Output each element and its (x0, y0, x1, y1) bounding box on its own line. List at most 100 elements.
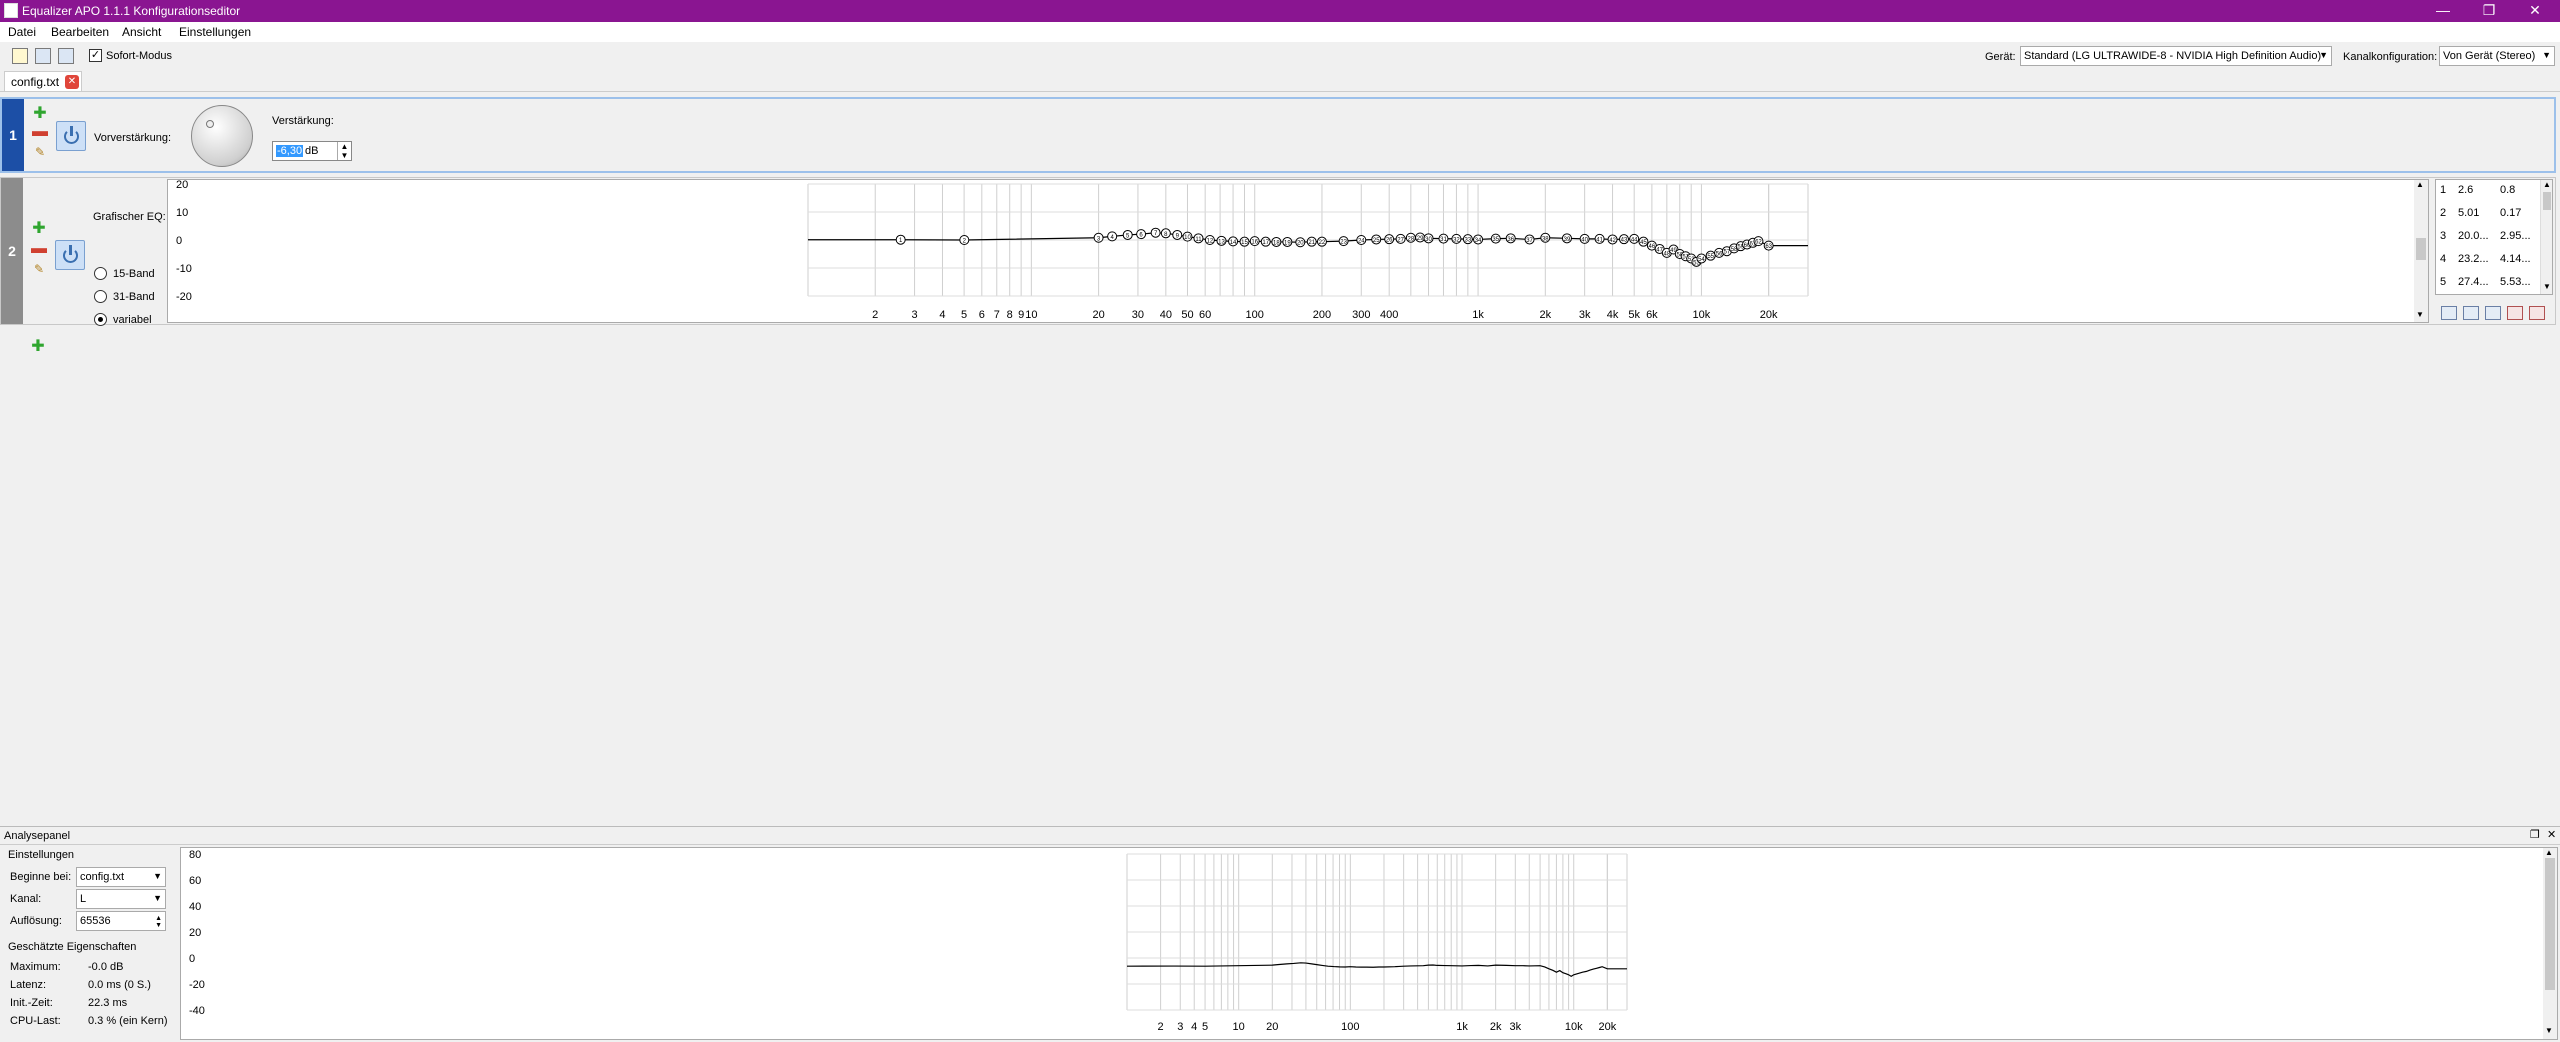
spinner-icon[interactable]: ▲ ▼ (155, 915, 162, 929)
scroll-up-icon[interactable]: ▲ (2416, 180, 2424, 189)
y-tick-label: 20 (176, 180, 188, 191)
minimize-button[interactable]: — (2420, 0, 2466, 22)
analysis-curve-canvas[interactable]: 80 60 40 20 0 -20 -40 2 3 4 5 10 20 100 1k 2k 3k 10k 20k (181, 848, 2557, 1039)
table-cell[interactable]: 0.17 (2500, 207, 2521, 219)
gain-spinner[interactable]: ▲ ▼ (337, 142, 351, 160)
eq-graph-scrollbar[interactable]: ▲ ▼ (2414, 180, 2428, 322)
power-toggle-icon[interactable] (55, 240, 85, 270)
table-cell[interactable]: 5 (2440, 276, 2446, 288)
x-tick-label: 20 (1266, 1021, 1278, 1033)
app-icon (4, 3, 18, 18)
edit-filter-icon[interactable]: ✎ (32, 144, 48, 160)
invert-response-icon[interactable] (2507, 306, 2523, 320)
scroll-down-icon[interactable]: ▼ (2416, 310, 2424, 319)
table-scrollbar[interactable]: ▲ ▼ (2540, 180, 2552, 294)
table-cell[interactable]: 5.01 (2458, 207, 2479, 219)
x-tick-label: 200 (1313, 309, 1331, 321)
gain-input[interactable]: -6,30 dB ▲ ▼ (272, 141, 352, 161)
table-cell[interactable]: 20.0... (2458, 230, 2489, 242)
new-file-icon[interactable] (12, 48, 28, 64)
resolution-input[interactable]: 65536 ▲ ▼ (76, 911, 166, 931)
channel-config-select[interactable]: Von Gerät (Stereo) ▼ (2439, 46, 2555, 66)
table-cell[interactable]: 0.8 (2500, 184, 2515, 196)
eq-band-number: 28 (1407, 236, 1414, 242)
scroll-down-icon[interactable]: ▼ (2543, 282, 2551, 291)
export-icon[interactable] (2463, 306, 2479, 320)
gain-knob[interactable] (191, 105, 253, 167)
tab-config[interactable]: config.txt ✕ (4, 71, 82, 91)
x-tick-label: 2 (872, 309, 878, 321)
eq-band-number: 19 (1284, 240, 1291, 246)
close-button[interactable]: ✕ (2512, 0, 2558, 22)
open-file-icon[interactable] (35, 48, 51, 64)
add-filter-icon[interactable]: ✚ (31, 221, 47, 237)
filter-number: 2 (8, 243, 16, 259)
table-cell[interactable]: 2 (2440, 207, 2446, 219)
table-cell[interactable]: 5.53... (2500, 276, 2531, 288)
table-cell[interactable]: 2.6 (2458, 184, 2473, 196)
radio-variable[interactable] (94, 313, 107, 326)
x-tick-label: 4k (1607, 309, 1619, 321)
import-icon[interactable] (2441, 306, 2457, 320)
eq-graph[interactable]: 20 10 0 -10 -20 2 3 4 5 6 7 8 9 10 20 30 40 50 60 100 200 300… (167, 179, 2429, 323)
eq-band-number: 40 (1581, 237, 1588, 243)
eq-band-number: 31 (1440, 237, 1447, 243)
menu-edit[interactable]: Bearbeiten (51, 25, 109, 39)
analysis-scrollbar[interactable]: ▲ ▼ (2543, 848, 2557, 1039)
device-select[interactable]: Standard (LG ULTRAWIDE-8 - NVIDIA High D… (2020, 46, 2332, 66)
eq-band-table[interactable]: 1 2.6 0.8 2 5.01 0.17 3 20.0... 2.95... 4 23.2... 4… (2435, 179, 2553, 295)
graph-settings-icon[interactable] (2485, 306, 2501, 320)
maximize-button[interactable]: ❐ (2466, 0, 2512, 22)
menu-settings[interactable]: Einstellungen (179, 25, 251, 39)
filter-area: 1 ✚ ▬ ✎ Vorverstärkung: Verstärkung: -6,… (0, 91, 2560, 821)
eq-band-number: 45 (1640, 240, 1647, 246)
close-tab-icon[interactable]: ✕ (65, 75, 79, 89)
table-cell[interactable]: 2.95... (2500, 230, 2531, 242)
table-cell[interactable]: 1 (2440, 184, 2446, 196)
table-cell[interactable]: 4.14... (2500, 253, 2531, 265)
x-tick-label: 8 (1007, 309, 1013, 321)
remove-filter-icon[interactable]: ▬ (32, 124, 48, 140)
y-tick-label: 60 (189, 875, 201, 887)
menu-view[interactable]: Ansicht (122, 25, 161, 39)
table-cell[interactable]: 27.4... (2458, 276, 2489, 288)
toolbar: ✓ Sofort-Modus Gerät: Standard (LG ULTRA… (0, 44, 2560, 68)
analysis-scroll-thumb[interactable] (2545, 858, 2555, 990)
close-panel-icon[interactable]: ✕ (2547, 828, 2556, 841)
channel-value: L (80, 893, 87, 905)
table-cell[interactable]: 23.2... (2458, 253, 2489, 265)
instant-mode-checkbox[interactable]: ✓ (89, 49, 102, 62)
eq-band-number: 41 (1596, 237, 1603, 243)
normalize-icon[interactable] (2529, 306, 2545, 320)
eq-band-number: 15 (1241, 240, 1248, 246)
power-toggle-icon[interactable] (56, 121, 86, 151)
latency-value: 0.0 ms (0 S.) (88, 979, 151, 991)
x-tick-label: 9 (1018, 309, 1024, 321)
add-filter-icon[interactable]: ✚ (30, 339, 46, 355)
radio-31-band[interactable] (94, 290, 107, 303)
remove-filter-icon[interactable]: ▬ (31, 241, 47, 257)
y-tick-label: 0 (189, 953, 195, 965)
gain-label: Verstärkung: (272, 115, 334, 127)
scroll-up-icon[interactable]: ▲ (2545, 848, 2553, 857)
edit-filter-icon[interactable]: ✎ (31, 261, 47, 277)
eq-scroll-thumb[interactable] (2416, 238, 2426, 260)
radio-15-band[interactable] (94, 267, 107, 280)
eq-band-number: 12 (1207, 239, 1214, 245)
scroll-down-icon[interactable]: ▼ (2545, 1026, 2553, 1035)
menu-file[interactable]: Datei (8, 25, 36, 39)
add-filter-icon[interactable]: ✚ (32, 106, 48, 122)
x-tick-label: 10 (1233, 1021, 1245, 1033)
latency-label: Latenz: (10, 979, 47, 991)
scroll-up-icon[interactable]: ▲ (2543, 180, 2551, 189)
analysis-graph[interactable]: 80 60 40 20 0 -20 -40 2 3 4 5 10 20 100 1k 2k 3k 10k 20k ▲… (180, 847, 2558, 1040)
channel-select[interactable]: L ▼ (76, 889, 166, 909)
x-tick-label: 100 (1246, 309, 1264, 321)
eq-curve-canvas[interactable]: 20100-10-202 3 4 5 6 7 8 9 10 20 30 40 50 60 100 200 300… (168, 179, 2428, 322)
start-at-select[interactable]: config.txt ▼ (76, 867, 166, 887)
save-file-icon[interactable] (58, 48, 74, 64)
undock-icon[interactable]: ❐ (2530, 828, 2540, 841)
table-cell[interactable]: 3 (2440, 230, 2446, 242)
table-cell[interactable]: 4 (2440, 253, 2446, 265)
table-scroll-thumb[interactable] (2543, 192, 2551, 210)
